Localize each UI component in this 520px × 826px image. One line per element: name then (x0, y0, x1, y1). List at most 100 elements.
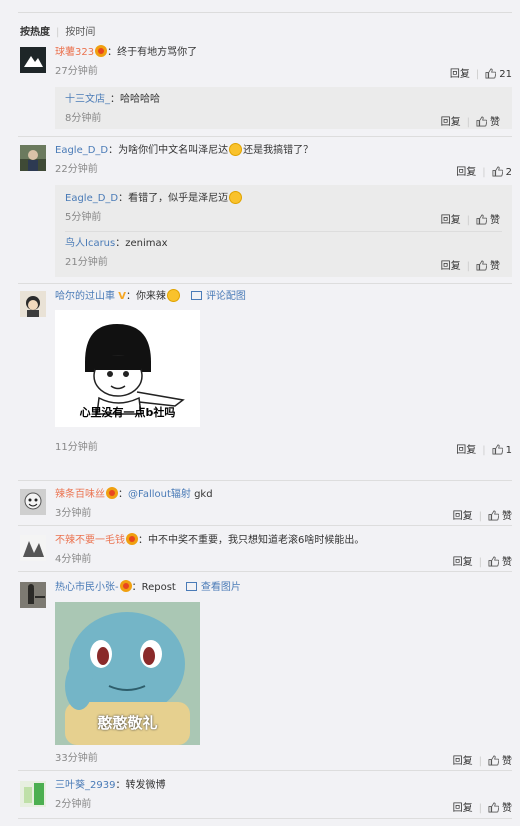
comment-text: 你来辣 (135, 291, 166, 302)
avatar[interactable] (20, 781, 46, 807)
username[interactable]: 鸟人Icarus (65, 238, 115, 249)
comment-actions: 回复 | 2 (456, 166, 512, 178)
like-count: 1 (505, 445, 512, 456)
avatar[interactable] (20, 291, 46, 317)
comment-divider (18, 770, 512, 771)
like-count: 21 (499, 69, 512, 80)
reply-text: zenimax (125, 238, 168, 249)
comment-divider (18, 571, 512, 572)
top-divider (18, 12, 512, 13)
comment-item: 哈尔的过山車 V：你来辣 评论配图 心里没有一点b社吗 11分钟前 回复 | 1 (18, 289, 512, 481)
timestamp: 33分钟前 (55, 753, 98, 764)
avatar[interactable] (20, 582, 46, 608)
sort-by-time-tab[interactable]: 按时间 (65, 27, 95, 38)
comment-item: 三叶葵_2939：转发微博 2分钟前 回复 | 赞 (18, 779, 512, 819)
username[interactable]: 十三文店_ (65, 94, 110, 105)
reply-button[interactable]: 回复 (456, 167, 476, 178)
reply-button[interactable]: 回复 (450, 69, 470, 80)
smile-emoji-icon (229, 143, 243, 156)
avatar[interactable] (20, 145, 46, 171)
username[interactable]: Eagle_D_D (65, 193, 118, 204)
comment-text: 为啥你们中文名叫泽尼达 (118, 145, 229, 156)
thumbs-up-icon[interactable] (476, 260, 487, 271)
grin-emoji-icon (166, 289, 180, 302)
view-comment-image-label: 评论配图 (205, 291, 246, 302)
thumbs-up-icon[interactable] (476, 214, 487, 225)
view-comment-image-link[interactable]: 评论配图 (190, 291, 246, 302)
reply-button[interactable]: 回复 (456, 445, 476, 456)
timestamp: 22分钟前 (55, 164, 98, 175)
view-image-label: 查看图片 (200, 582, 241, 593)
thumbs-up-icon[interactable] (488, 802, 499, 813)
comment-text-cont: 还是我搞错了？ (243, 145, 314, 156)
reply-button[interactable]: 回复 (453, 557, 473, 568)
username[interactable]: 热心市民小张- (55, 582, 119, 593)
avatar[interactable] (20, 47, 46, 73)
comment-actions: 回复 | 1 (456, 444, 512, 456)
like-label: 赞 (502, 803, 512, 814)
sort-tabs: 按热度 | 按时间 (20, 27, 96, 38)
comment-item: 球薯323 ：终于有地方骂你了 27分钟前 回复 | 21 十三文店_：哈哈哈哈 8分… (18, 45, 512, 137)
comment-divider (18, 480, 512, 481)
reply-button[interactable]: 回复 (453, 803, 473, 814)
timestamp: 4分钟前 (55, 554, 92, 565)
comment-actions: 回复 | 赞 (452, 802, 512, 814)
timestamp: 11分钟前 (55, 442, 98, 453)
reply-button[interactable]: 回复 (441, 215, 461, 226)
like-label: 赞 (490, 117, 500, 128)
reply-divider (65, 231, 502, 232)
reply-button[interactable]: 回复 (441, 117, 461, 128)
username[interactable]: 三叶葵_2939 (55, 780, 115, 791)
comment-item: 辣条百味丝 ：@Fallout辐射 gkd 3分钟前 回复 | 赞 (18, 487, 512, 527)
like-label: 赞 (490, 215, 500, 226)
avatar[interactable] (20, 535, 46, 561)
reply-button[interactable]: 回复 (441, 261, 461, 272)
sort-by-hot-tab[interactable]: 按热度 (20, 27, 50, 38)
view-image-link[interactable]: 查看图片 (185, 582, 241, 593)
like-label: 赞 (502, 557, 512, 568)
comment-image[interactable]: 心里没有一点b社吗 (55, 310, 200, 427)
verified-v-icon: V (118, 291, 126, 302)
reply-button[interactable]: 回复 (453, 756, 473, 767)
comment-actions: 回复 | 21 (449, 68, 512, 80)
like-label: 赞 (490, 261, 500, 272)
member-badge-icon (106, 487, 118, 499)
thumbs-up-icon[interactable] (488, 510, 499, 521)
avatar[interactable] (20, 489, 46, 515)
thumbs-up-icon[interactable] (492, 444, 503, 455)
username[interactable]: 哈尔的过山車 (55, 291, 115, 302)
like-count: 2 (505, 167, 512, 178)
comment-image[interactable]: 憨憨敬礼 (55, 602, 200, 745)
like-label: 赞 (502, 756, 512, 767)
comment-actions: 回复 | 赞 (452, 510, 512, 522)
reply-actions: 回复 | 赞 (440, 214, 500, 226)
username[interactable]: Eagle_D_D (55, 145, 108, 156)
comment-item: 热心市民小张- ：Repost 查看图片 憨憨敬礼 33分钟前 回复 | 赞 (18, 580, 512, 771)
comment-divider (18, 818, 512, 819)
username[interactable]: 辣条百味丝 (55, 489, 105, 500)
thumbs-up-icon[interactable] (488, 755, 499, 766)
mention-link[interactable]: @Fallout辐射 (128, 489, 191, 500)
image-caption: 心里没有一点b社吗 (79, 406, 176, 419)
reply-text: 看错了，似乎是泽尼迈 (128, 193, 229, 204)
reply-button[interactable]: 回复 (453, 511, 473, 522)
like-label: 赞 (502, 511, 512, 522)
thumbs-up-icon[interactable] (492, 166, 503, 177)
username[interactable]: 不辣不要一毛钱 (55, 535, 125, 546)
timestamp: 2分钟前 (55, 799, 92, 810)
laugh-emoji-icon (229, 191, 243, 204)
thumbs-up-icon[interactable] (488, 556, 499, 567)
member-badge-icon (95, 45, 108, 57)
reply-text: 哈哈哈哈 (120, 94, 160, 105)
comment-actions: 回复 | 赞 (452, 556, 512, 568)
thumbs-up-icon[interactable] (476, 116, 487, 127)
thumbs-up-icon[interactable] (485, 68, 497, 79)
comment-text: 中不中奖不重要，我只想知道老滚6啥时候能出。 (148, 535, 365, 546)
reply-actions: 回复 | 赞 (440, 260, 500, 272)
comment-item: 不辣不要一毛钱 ：中不中奖不重要，我只想知道老滚6啥时候能出。 4分钟前 回复 | 赞 (18, 533, 512, 573)
username[interactable]: 球薯323 (55, 47, 94, 58)
comment-text: 终于有地方骂你了 (117, 47, 198, 58)
comment-actions: 回复 | 赞 (452, 755, 512, 767)
comment-text: Repost (141, 582, 176, 593)
comment-divider (18, 525, 512, 526)
